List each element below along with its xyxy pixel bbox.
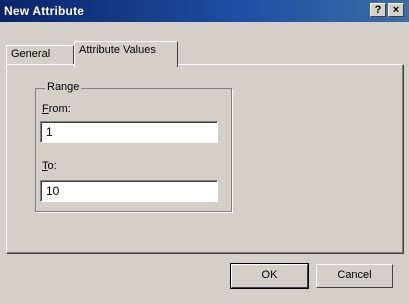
from-label: From:	[42, 103, 71, 115]
range-group-title: Range	[45, 81, 82, 93]
tab-general[interactable]: General	[6, 45, 74, 65]
from-input[interactable]: 1	[40, 121, 218, 143]
window-title: New Attribute	[4, 4, 85, 18]
ok-button[interactable]: OK	[230, 263, 309, 289]
help-button[interactable]: ?	[370, 3, 386, 17]
title-bar: New Attribute ? ×	[0, 0, 409, 22]
to-input[interactable]: 10	[40, 180, 218, 202]
tab-general-label: General	[11, 48, 51, 60]
to-label-rest: o:	[47, 160, 57, 172]
help-icon: ?	[374, 4, 382, 16]
from-label-rest: rom:	[48, 103, 71, 115]
close-icon: ×	[392, 4, 400, 16]
to-label: To:	[42, 160, 57, 172]
close-button[interactable]: ×	[388, 3, 404, 17]
tab-attribute-values[interactable]: Attribute Values	[74, 41, 178, 67]
cancel-button[interactable]: Cancel	[316, 264, 393, 288]
tab-attribute-values-label: Attribute Values	[79, 44, 156, 56]
from-label-accel: F	[42, 103, 49, 115]
